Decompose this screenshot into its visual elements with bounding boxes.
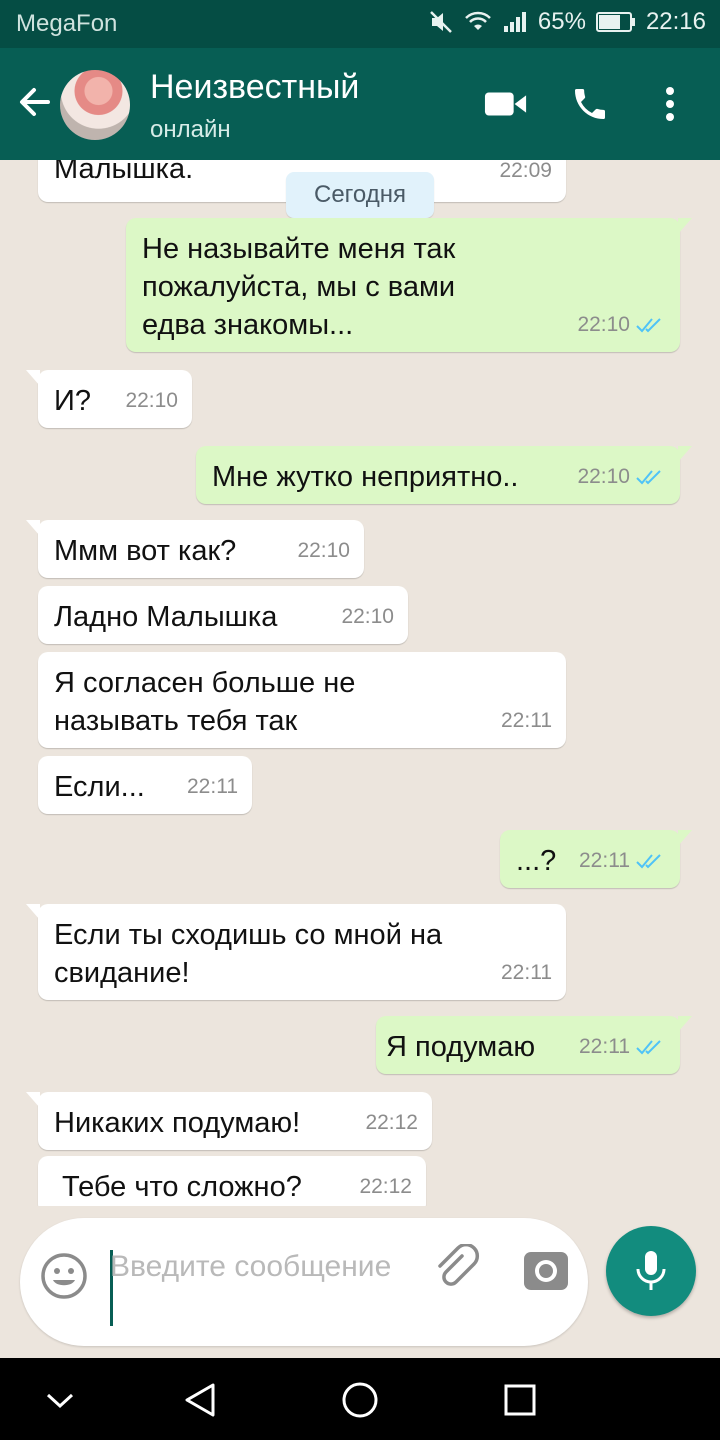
message-outgoing[interactable]: Мне жутко неприятно.. 22:10 (196, 446, 692, 504)
message-text: Тебе что сложно? (62, 1171, 302, 1203)
message-input-container[interactable]: Введите сообщение (20, 1218, 588, 1346)
voice-message-button[interactable] (606, 1226, 696, 1316)
message-incoming[interactable]: Ладно Малышка 22:10 (38, 586, 408, 644)
chat-header: Неизвестный онлайн (0, 48, 720, 160)
nav-home-button[interactable] (338, 1378, 382, 1422)
phone-icon (575, 89, 605, 119)
contact-status: онлайн (150, 116, 231, 143)
composer: Введите сообщение (0, 1206, 720, 1358)
message-list[interactable]: Малышка. 22:09 Сегодня Не называйте меня… (0, 160, 720, 1206)
message-text: Ммм вот как? (54, 535, 237, 567)
more-vert-icon (666, 87, 674, 121)
emoji-button[interactable] (40, 1252, 88, 1300)
read-ticks-icon (636, 470, 661, 485)
paperclip-icon (438, 1242, 480, 1286)
message-text: ...? (516, 845, 557, 877)
message-text: Ладно Малышка (54, 601, 278, 633)
wifi-icon (464, 10, 492, 34)
message-time: 22:11 (579, 1035, 630, 1058)
message-text: Если... (54, 771, 145, 803)
arrow-left-icon (20, 88, 50, 116)
nav-recents-icon (504, 1384, 536, 1416)
message-time: 22:09 (499, 160, 552, 182)
date-divider: Сегодня (286, 172, 434, 218)
message-text: Я подумаю (386, 1031, 536, 1063)
read-ticks-icon (636, 1040, 661, 1055)
status-bar: MegaFon 65% 22:16 (0, 0, 720, 48)
camera-icon (524, 1252, 568, 1290)
mute-icon (428, 9, 454, 35)
nav-recents-button[interactable] (498, 1378, 542, 1422)
message-time: 22:10 (577, 465, 630, 488)
message-incoming[interactable]: Никаких подумаю! 22:12 (26, 1092, 432, 1150)
battery-icon (595, 11, 636, 33)
video-call-icon (484, 92, 527, 116)
nav-back-button[interactable] (178, 1378, 222, 1422)
battery-percent: 65% (537, 8, 586, 35)
message-time: 22:12 (359, 1175, 412, 1198)
microphone-icon (636, 1251, 666, 1290)
message-incoming[interactable]: Я согласен больше не называть тебя так 2… (38, 652, 566, 748)
voice-call-button[interactable] (568, 84, 612, 124)
message-time: 22:10 (125, 389, 178, 412)
message-incoming[interactable]: Если ты сходишь со мной на свидание! 22:… (26, 904, 566, 1000)
message-text: Никаких подумаю! (54, 1107, 301, 1139)
video-call-button[interactable] (484, 84, 528, 124)
message-time: 22:10 (297, 539, 350, 562)
contact-name[interactable]: Неизвестный (150, 68, 359, 107)
message-text: Я согласен больше не называть тебя так (54, 667, 356, 737)
message-incoming[interactable]: И? 22:10 (26, 370, 192, 428)
read-ticks-icon (636, 318, 661, 333)
more-options-button[interactable] (648, 84, 692, 124)
message-time: 22:10 (577, 313, 630, 336)
attach-button[interactable] (432, 1242, 482, 1294)
emoji-icon (41, 1253, 87, 1299)
message-text: Малышка. (54, 160, 194, 185)
signal-icon (502, 10, 528, 34)
message-time: 22:12 (365, 1111, 418, 1134)
carrier-name: MegaFon (16, 10, 118, 37)
message-text: Мне жутко неприятно.. (212, 461, 519, 493)
clock: 22:16 (645, 8, 706, 35)
message-text: Если ты сходишь со мной на свидание! (54, 919, 443, 989)
nav-collapse-button[interactable] (38, 1378, 82, 1422)
message-input[interactable]: Введите сообщение (110, 1246, 410, 1288)
chevron-down-icon (46, 1393, 74, 1409)
message-time: 22:11 (501, 709, 552, 732)
message-time: 22:11 (579, 849, 630, 872)
message-time: 22:11 (501, 961, 552, 984)
message-incoming[interactable]: Если... 22:11 (38, 756, 252, 814)
back-button[interactable] (14, 82, 54, 122)
status-icons: 65% 22:16 (428, 8, 706, 36)
message-outgoing[interactable]: ...? 22:11 (500, 830, 692, 888)
message-incoming[interactable]: Ммм вот как? 22:10 (26, 520, 364, 578)
message-time: 22:10 (341, 605, 394, 628)
message-text: И? (54, 385, 91, 417)
camera-button[interactable] (522, 1246, 570, 1294)
message-outgoing[interactable]: Я подумаю 22:11 (376, 1016, 692, 1074)
message-incoming[interactable]: Тебе что сложно? 22:12 (38, 1156, 426, 1206)
message-text: Не называйте меня так пожалуйста, мы с в… (142, 233, 456, 341)
nav-back-icon (185, 1383, 215, 1417)
system-nav-bar (0, 1358, 720, 1440)
read-ticks-icon (636, 854, 661, 869)
message-outgoing[interactable]: Не называйте меня так пожалуйста, мы с в… (126, 218, 692, 352)
avatar[interactable] (60, 70, 130, 140)
message-time: 22:11 (187, 775, 238, 798)
nav-home-icon (342, 1382, 378, 1418)
